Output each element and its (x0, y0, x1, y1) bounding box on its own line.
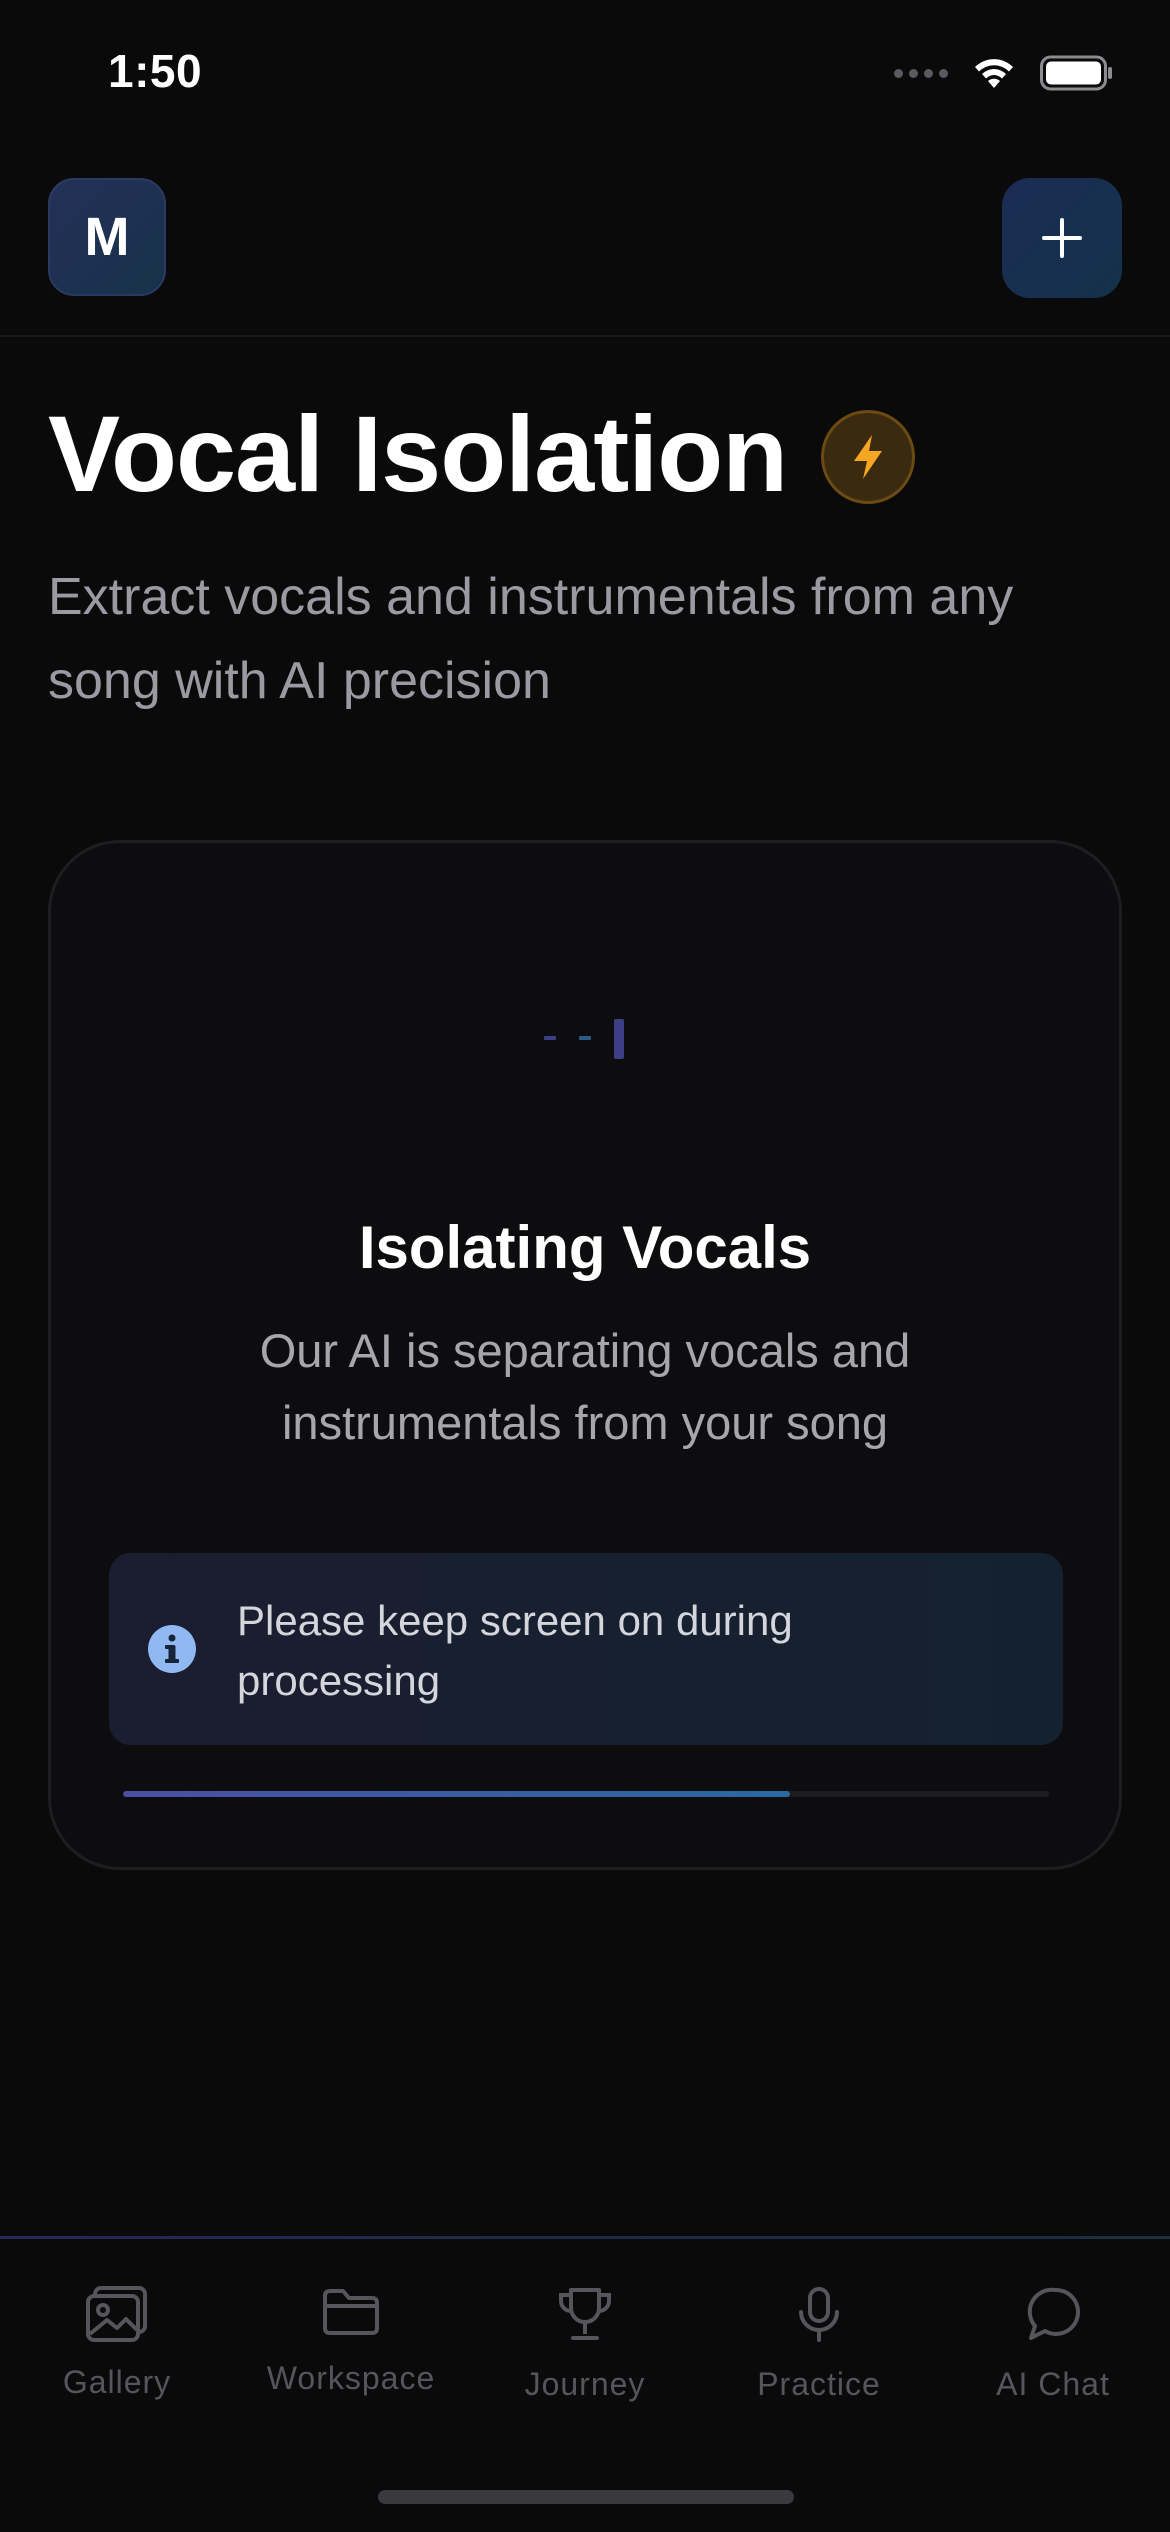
tab-practice[interactable]: Practice (702, 2286, 936, 2436)
page-title: Vocal Isolation (48, 393, 788, 514)
tab-label: Workspace (266, 2360, 436, 2396)
tab-gallery[interactable]: Gallery (0, 2286, 234, 2436)
battery-icon (1040, 55, 1112, 91)
lightning-bolt-icon (854, 435, 883, 479)
tab-label: AI Chat (996, 2366, 1110, 2402)
wifi-icon (975, 59, 1013, 88)
gallery-icon (86, 2286, 147, 2342)
folder-icon (323, 2289, 379, 2335)
tab-ai-chat[interactable]: AI Chat (936, 2286, 1170, 2436)
processing-description: Our AI is separating vocals and instrume… (259, 1324, 911, 1449)
tab-label: Journey (524, 2366, 646, 2402)
plus-icon (1042, 218, 1082, 258)
premium-badge (821, 410, 916, 504)
tab-workspace[interactable]: Workspace (234, 2286, 468, 2436)
page-subtitle: Extract vocals and instrumentals from an… (48, 568, 1014, 710)
status-indicators (894, 48, 1114, 98)
trophy-icon (559, 2288, 611, 2340)
tab-label: Practice (757, 2366, 881, 2402)
status-time: 1:50 (108, 45, 203, 97)
audio-waveform-icon (544, 1019, 624, 1059)
title-row: Vocal Isolation (48, 393, 916, 514)
chat-bubble-icon (1027, 2287, 1081, 2340)
processing-title: Isolating Vocals (358, 1214, 812, 1281)
info-icon (148, 1625, 196, 1673)
cellular-signal-icon (894, 68, 948, 78)
tab-journey[interactable]: Journey (468, 2286, 702, 2436)
top-bar: M (0, 150, 1170, 337)
home-indicator (378, 2490, 794, 2504)
notice-text: Please keep screen on during processing (237, 1597, 793, 1704)
status-bar: 1:50 (0, 0, 1170, 150)
tab-bar-divider (0, 2236, 1170, 2239)
progress-fill (123, 1791, 790, 1797)
microphone-icon (799, 2287, 839, 2342)
keep-screen-on-notice: Please keep screen on during processing (109, 1553, 1063, 1745)
avatar-button[interactable]: M (48, 178, 166, 296)
progress-bar (123, 1791, 1049, 1797)
processing-card: Isolating Vocals Our AI is separating vo… (48, 840, 1122, 1870)
add-button[interactable] (1002, 178, 1122, 298)
tab-bar: Gallery Workspace Journey Practice AI Ch… (0, 2236, 1170, 2532)
tab-label: Gallery (62, 2364, 172, 2400)
